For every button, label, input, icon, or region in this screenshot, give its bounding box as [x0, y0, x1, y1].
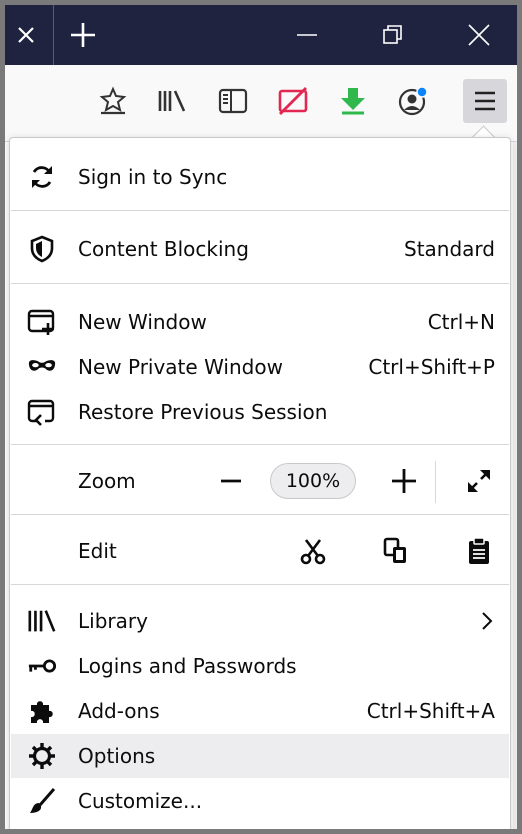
menu-item-new-private-window[interactable]: New Private Window Ctrl+Shift+P — [11, 345, 509, 389]
close-icon — [468, 24, 490, 46]
download-button[interactable] — [331, 79, 375, 123]
new-window-icon — [27, 308, 57, 336]
clipboard-icon — [469, 537, 489, 564]
zoom-out-button[interactable] — [211, 461, 251, 501]
library-icon — [27, 607, 57, 635]
shortcut-label: Ctrl+Shift+P — [368, 355, 495, 379]
menu-item-edit: Edit — [11, 529, 509, 573]
camera-off-icon — [278, 87, 308, 115]
menu-separator — [11, 584, 509, 585]
browser-window: Sign in to Sync Content Blocking Standar… — [5, 5, 517, 829]
menu-item-label: Options — [78, 744, 156, 768]
menu-item-library[interactable]: Library — [11, 599, 509, 643]
menu-item-label: Restore Previous Session — [78, 400, 328, 424]
app-menu-button[interactable] — [463, 79, 507, 123]
close-window-button[interactable] — [457, 5, 501, 65]
menu-item-label: Add-ons — [78, 699, 160, 723]
account-button[interactable] — [391, 79, 435, 123]
screenshot-blocked-button[interactable] — [271, 79, 315, 123]
shortcut-label: Ctrl+Shift+A — [366, 699, 495, 723]
menu-item-label: Sign in to Sync — [78, 165, 228, 189]
sidebar-button[interactable] — [211, 79, 255, 123]
restore-session-icon — [27, 398, 57, 426]
zoom-divider — [435, 461, 436, 503]
fullscreen-arrows-icon — [468, 470, 490, 492]
new-tab-button[interactable] — [61, 5, 105, 65]
copy-icon — [383, 537, 406, 563]
shortcut-label: Ctrl+N — [427, 310, 495, 334]
copy-button[interactable] — [376, 531, 416, 571]
paintbrush-icon — [27, 787, 57, 815]
gear-icon — [27, 742, 57, 770]
menu-item-label: New Private Window — [78, 355, 283, 379]
zoom-in-button[interactable] — [384, 461, 424, 501]
minus-icon — [221, 479, 241, 483]
key-icon — [27, 652, 57, 680]
content-blocking-level: Standard — [404, 237, 495, 261]
app-menu-panel: Sign in to Sync Content Blocking Standar… — [9, 137, 511, 829]
restore-button[interactable] — [371, 5, 415, 65]
sidebar-icon — [218, 88, 248, 114]
menu-item-label: Zoom — [78, 469, 136, 493]
restore-icon — [383, 25, 402, 44]
menu-item-zoom: Zoom 100% — [11, 459, 509, 503]
plus-icon — [71, 23, 95, 47]
scissors-icon — [300, 539, 326, 565]
tab-divider — [53, 5, 54, 65]
puzzle-icon — [27, 697, 57, 725]
menu-separator — [11, 444, 509, 445]
menu-item-new-window[interactable]: New Window Ctrl+N — [11, 300, 509, 344]
close-icon — [18, 27, 34, 43]
minimize-icon — [297, 34, 317, 36]
close-tab-button[interactable] — [5, 5, 47, 65]
sync-icon — [27, 163, 57, 191]
paste-button[interactable] — [459, 531, 499, 571]
nav-toolbar — [5, 65, 517, 142]
menu-item-label: Content Blocking — [78, 237, 249, 261]
menu-item-logins-passwords[interactable]: Logins and Passwords — [11, 644, 509, 688]
title-bar — [5, 5, 517, 65]
shield-icon — [27, 235, 57, 263]
bookmark-star-button[interactable] — [91, 79, 135, 123]
menu-item-options[interactable]: Options — [11, 734, 509, 778]
menu-item-restore-session[interactable]: Restore Previous Session — [11, 390, 509, 434]
page-scrollbar[interactable] — [513, 142, 517, 829]
menu-item-customize[interactable]: Customize... — [11, 779, 509, 823]
minimize-button[interactable] — [285, 5, 329, 65]
cut-button[interactable] — [293, 531, 333, 571]
menu-separator — [11, 514, 509, 515]
menu-item-addons[interactable]: Add-ons Ctrl+Shift+A — [11, 689, 509, 733]
menu-item-label: Library — [78, 609, 148, 633]
menu-separator — [11, 283, 509, 284]
plus-icon — [392, 469, 416, 493]
chevron-right-icon — [481, 611, 493, 636]
menu-item-label: Edit — [78, 539, 117, 563]
menu-separator — [11, 210, 509, 211]
hamburger-icon — [475, 91, 495, 111]
menu-item-label: Logins and Passwords — [78, 654, 297, 678]
zoom-reset-button[interactable]: 100% — [270, 463, 356, 499]
account-icon — [398, 86, 428, 116]
library-icon — [158, 90, 186, 112]
menu-item-content-blocking[interactable]: Content Blocking Standard — [11, 227, 509, 271]
private-mask-icon — [27, 353, 57, 381]
library-button[interactable] — [151, 79, 195, 123]
star-tray-icon — [99, 86, 127, 115]
fullscreen-button[interactable] — [459, 461, 499, 501]
menu-item-sign-in-sync[interactable]: Sign in to Sync — [11, 155, 509, 199]
download-arrow-icon — [341, 88, 365, 115]
menu-item-label: New Window — [78, 310, 207, 334]
menu-item-label: Customize... — [78, 789, 203, 813]
